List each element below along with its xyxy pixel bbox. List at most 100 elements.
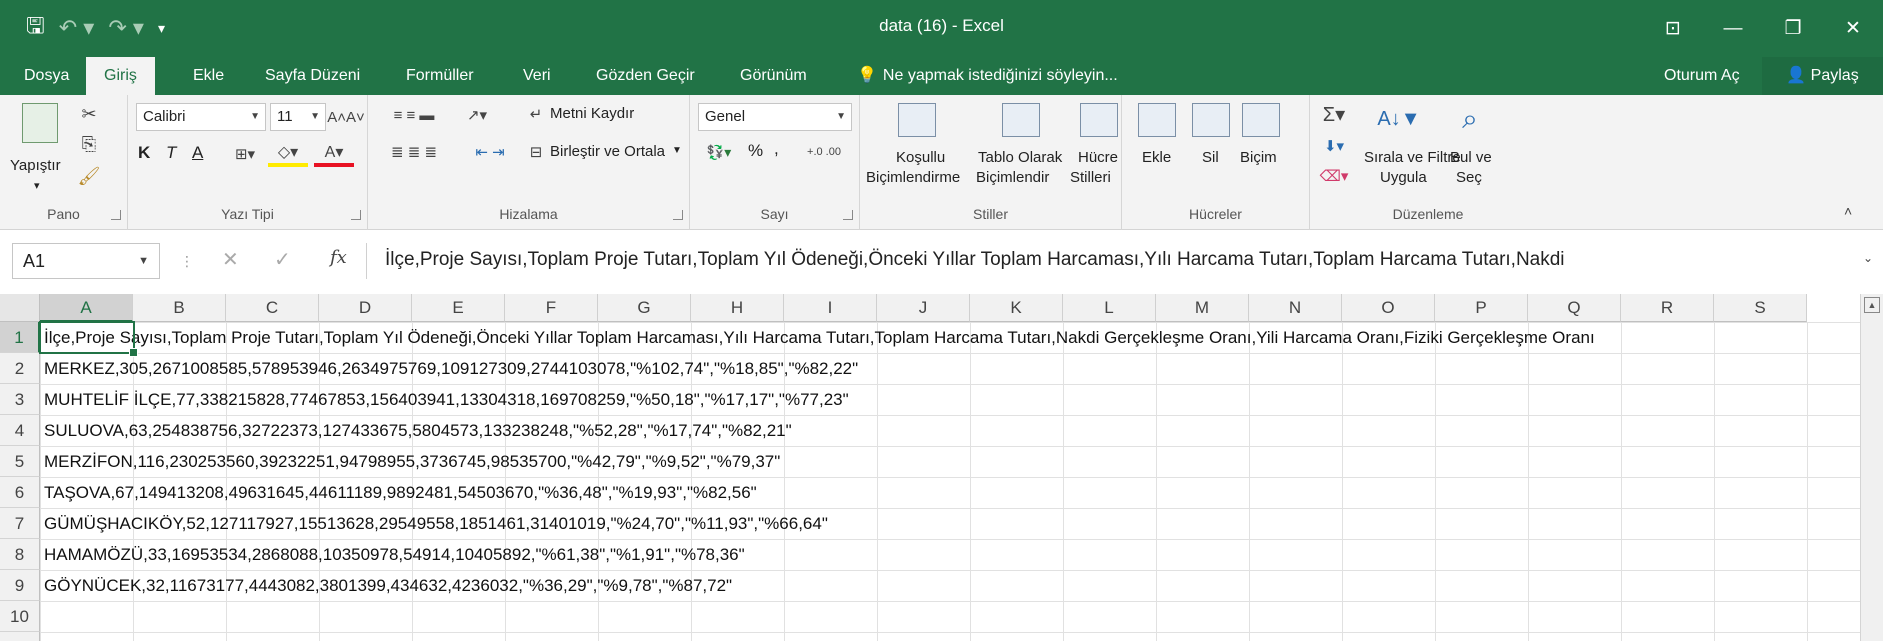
paste-button-label[interactable]: Yapıştır — [10, 157, 61, 174]
delete-cells-button[interactable]: Sil — [1202, 149, 1219, 166]
number-format-dropdown[interactable]: Genel ▼ — [698, 103, 852, 131]
insert-cells-icon[interactable] — [1138, 103, 1176, 137]
vertical-scrollbar[interactable]: ▲ — [1860, 294, 1883, 641]
autosum-icon[interactable]: Σ▾ — [1314, 101, 1354, 127]
conditional-formatting-icon[interactable] — [898, 103, 936, 137]
cell-a4[interactable]: SULUOVA,63,254838756,32722373,127433675,… — [44, 415, 792, 446]
name-box[interactable]: A1 ▼ — [12, 243, 160, 279]
cell-a6[interactable]: TAŞOVA,67,149413208,49631645,44611189,98… — [44, 477, 757, 508]
cell-a3[interactable]: MUHTELİF İLÇE,77,338215828,77467853,1564… — [44, 384, 849, 415]
cell-a5[interactable]: MERZİFON,116,230253560,39232251,94798955… — [44, 446, 780, 477]
cell-a8[interactable]: HAMAMÖZÜ,33,16953534,2868088,10350978,54… — [44, 539, 745, 570]
wrap-text-button[interactable]: Metni Kaydır — [550, 105, 634, 122]
column-header-k[interactable]: K — [970, 294, 1063, 322]
column-header-h[interactable]: H — [691, 294, 784, 322]
close-icon[interactable]: ✕ — [1823, 0, 1883, 57]
font-name-dropdown[interactable]: Calibri ▼ — [136, 103, 266, 131]
column-header-s[interactable]: S — [1714, 294, 1807, 322]
tab-formulas[interactable]: Formüller — [406, 57, 474, 95]
column-header-b[interactable]: B — [133, 294, 226, 322]
select-all-button[interactable] — [0, 294, 40, 322]
column-header-o[interactable]: O — [1342, 294, 1435, 322]
collapse-ribbon-icon[interactable]: ˄ — [1844, 203, 1852, 219]
tab-view[interactable]: Görünüm — [740, 57, 807, 95]
format-as-table-icon[interactable] — [1002, 103, 1040, 137]
conditional-formatting-label-1[interactable]: Koşullu — [896, 149, 945, 166]
insert-function-button[interactable]: fx — [330, 247, 347, 268]
cell-a7[interactable]: GÜMÜŞHACIKÖY,52,127117927,15513628,29549… — [44, 508, 828, 539]
tab-review[interactable]: Gözden Geçir — [596, 57, 695, 95]
tab-file[interactable]: Dosya — [24, 57, 69, 95]
column-header-f[interactable]: F — [505, 294, 598, 322]
column-header-c[interactable]: C — [226, 294, 319, 322]
formula-bar-splitter-icon[interactable]: ⋮ — [180, 253, 194, 270]
decimal-icons[interactable]: +.0 .00 — [798, 139, 850, 165]
active-cell-a1[interactable] — [39, 321, 138, 357]
tab-page-layout[interactable]: Sayfa Düzeni — [265, 57, 360, 95]
find-select-label-1[interactable]: Bul ve — [1450, 149, 1492, 166]
expand-formula-bar-icon[interactable]: ⌄ — [1863, 251, 1873, 265]
fill-color-icon[interactable]: ◇▾ — [268, 141, 308, 167]
format-as-table-label-2[interactable]: Biçimlendir — [976, 169, 1049, 186]
restore-icon[interactable]: ❐ — [1763, 0, 1823, 57]
column-header-j[interactable]: J — [877, 294, 970, 322]
borders-icon[interactable]: ⊞▾ — [228, 141, 262, 167]
column-header-i[interactable]: I — [784, 294, 877, 322]
sort-filter-label-2[interactable]: Uygula — [1380, 169, 1427, 186]
indent-icons[interactable]: ⇤ ⇥ — [460, 139, 520, 165]
column-header-e[interactable]: E — [412, 294, 505, 322]
clipboard-launcher-icon[interactable] — [111, 210, 121, 220]
font-launcher-icon[interactable] — [351, 210, 361, 220]
cell-styles-label-2[interactable]: Stilleri — [1070, 169, 1111, 186]
row-header-3[interactable]: 3 — [0, 384, 40, 415]
alignment-launcher-icon[interactable] — [673, 210, 683, 220]
sort-filter-icon[interactable]: A↓▼ — [1376, 101, 1422, 137]
underline-button[interactable]: A — [192, 143, 203, 163]
column-header-g[interactable]: G — [598, 294, 691, 322]
paste-dropdown-icon[interactable]: ▾ — [34, 179, 40, 192]
insert-cells-button[interactable]: Ekle — [1142, 149, 1171, 166]
row-header-11[interactable]: 11 — [0, 632, 40, 641]
enter-icon[interactable]: ✓ — [274, 247, 291, 272]
conditional-formatting-label-2[interactable]: Biçimlendirme — [866, 169, 960, 186]
horizontal-align-icons[interactable]: ≣ ≣ ≣ — [374, 139, 454, 165]
column-header-p[interactable]: P — [1435, 294, 1528, 322]
row-header-8[interactable]: 8 — [0, 539, 40, 570]
tab-home[interactable]: Giriş — [86, 57, 155, 95]
delete-cells-icon[interactable] — [1192, 103, 1230, 137]
scroll-up-icon[interactable]: ▲ — [1864, 297, 1880, 313]
find-select-icon[interactable]: ⌕ — [1450, 99, 1490, 139]
cut-icon[interactable]: ✂ — [76, 101, 102, 127]
tab-insert[interactable]: Ekle — [193, 57, 224, 95]
tab-data[interactable]: Veri — [523, 57, 551, 95]
minimize-icon[interactable]: — — [1703, 0, 1763, 57]
bold-button[interactable]: K — [138, 143, 150, 163]
column-header-l[interactable]: L — [1063, 294, 1156, 322]
format-painter-icon[interactable]: 🖌 — [76, 163, 102, 189]
row-header-10[interactable]: 10 — [0, 601, 40, 632]
share-button[interactable]: 👤 Paylaş — [1762, 57, 1883, 95]
find-select-label-2[interactable]: Seç — [1456, 169, 1482, 186]
format-as-table-label-1[interactable]: Tablo Olarak — [978, 149, 1062, 166]
sort-filter-label-1[interactable]: Sırala ve Filtre — [1364, 149, 1461, 166]
cancel-icon[interactable]: ✕ — [222, 247, 239, 272]
italic-button[interactable]: T — [166, 143, 176, 163]
clear-icon[interactable]: ⌫▾ — [1314, 163, 1354, 189]
column-header-m[interactable]: M — [1156, 294, 1249, 322]
merge-center-button[interactable]: Birleştir ve Ortala — [550, 143, 665, 160]
ribbon-display-options-icon[interactable]: ⊡ — [1643, 0, 1703, 57]
cell-a9[interactable]: GÖYNÜCEK,32,11673177,4443082,3801399,434… — [44, 570, 732, 601]
column-header-n[interactable]: N — [1249, 294, 1342, 322]
cell-styles-label-1[interactable]: Hücre — [1078, 149, 1118, 166]
percent-button[interactable]: % — [748, 141, 763, 161]
row-header-7[interactable]: 7 — [0, 508, 40, 539]
format-cells-icon[interactable] — [1242, 103, 1280, 137]
font-color-icon[interactable]: A▾ — [314, 141, 354, 167]
format-cells-button[interactable]: Biçim — [1240, 149, 1277, 166]
column-header-a[interactable]: A — [40, 294, 133, 322]
orientation-icon[interactable]: ↗▾ — [460, 101, 494, 129]
cell-styles-icon[interactable] — [1080, 103, 1118, 137]
grow-font-icon[interactable]: A˄A˅ — [327, 103, 365, 131]
sign-in-link[interactable]: Oturum Aç — [1664, 57, 1740, 95]
font-size-dropdown[interactable]: 11 ▼ — [270, 103, 326, 131]
